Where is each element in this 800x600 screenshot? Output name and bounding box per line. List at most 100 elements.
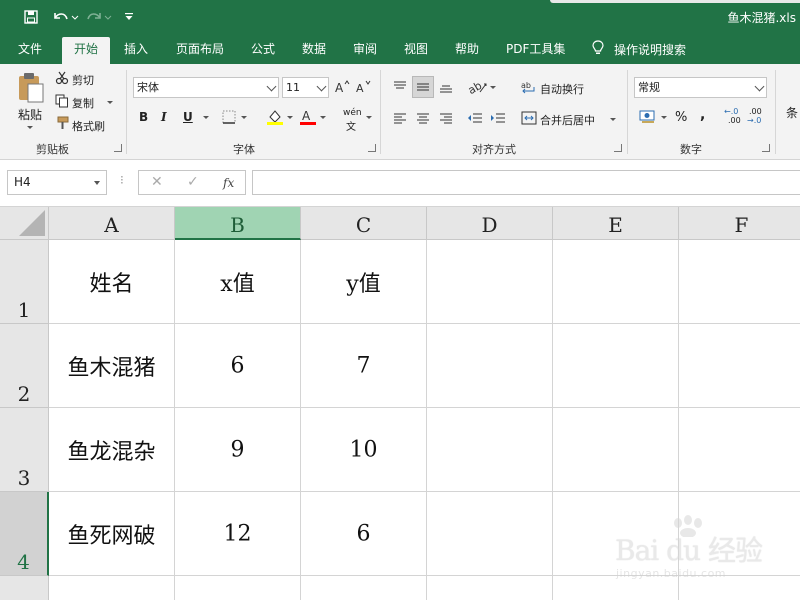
- font-launcher-icon[interactable]: [368, 144, 376, 152]
- bold-button[interactable]: B: [139, 110, 148, 124]
- percent-style-button[interactable]: %: [675, 110, 687, 125]
- middle-align-icon[interactable]: [416, 80, 430, 97]
- cell-d2[interactable]: [427, 324, 553, 408]
- column-header-b[interactable]: B: [175, 207, 301, 240]
- comma-style-button[interactable]: ,: [700, 107, 705, 123]
- cell-f3[interactable]: [679, 408, 800, 492]
- cell-e3[interactable]: [553, 408, 679, 492]
- font-color-dropdown-icon[interactable]: [320, 116, 326, 119]
- fill-color-dropdown-icon[interactable]: [287, 116, 293, 119]
- column-header-c[interactable]: C: [301, 207, 427, 240]
- cancel-icon[interactable]: ✕: [151, 174, 163, 190]
- tab-review[interactable]: 审阅: [353, 34, 377, 64]
- customize-quick-access-icon[interactable]: [122, 8, 136, 26]
- phonetic-guide-button[interactable]: wén: [343, 108, 362, 118]
- save-icon[interactable]: [22, 8, 40, 26]
- cell-d1[interactable]: [427, 240, 553, 324]
- cell-f2[interactable]: [679, 324, 800, 408]
- alignment-launcher-icon[interactable]: [614, 144, 622, 152]
- align-center-icon[interactable]: [416, 111, 430, 128]
- merge-center-button[interactable]: 合并后居中: [540, 112, 595, 128]
- tab-page-layout[interactable]: 页面布局: [176, 34, 224, 64]
- tell-me-search[interactable]: 操作说明搜索: [592, 34, 686, 64]
- orientation-dropdown-icon[interactable]: [490, 86, 496, 89]
- row-header-1[interactable]: 1: [0, 240, 49, 324]
- row-header-2[interactable]: 2: [0, 324, 49, 408]
- accounting-dropdown-icon[interactable]: [661, 116, 667, 119]
- align-right-icon[interactable]: [439, 111, 453, 128]
- cell-d3[interactable]: [427, 408, 553, 492]
- resize-handle-icon[interactable]: ⁝: [120, 173, 124, 187]
- conditional-format-button-cut[interactable]: 条: [786, 104, 798, 121]
- column-header-e[interactable]: E: [553, 207, 679, 240]
- tab-help[interactable]: 帮助: [455, 34, 479, 64]
- row-header-5[interactable]: [0, 576, 49, 600]
- cell-d5[interactable]: [427, 576, 553, 600]
- increase-decimal-button-top[interactable]: ←.0: [724, 107, 738, 116]
- cell-c3[interactable]: 10: [301, 408, 427, 492]
- cell-a5[interactable]: [49, 576, 175, 600]
- cell-a3[interactable]: 鱼龙混杂: [49, 408, 175, 492]
- decrease-indent-icon[interactable]: [467, 111, 483, 128]
- cell-a2[interactable]: 鱼木混猪: [49, 324, 175, 408]
- align-left-icon[interactable]: [393, 111, 407, 128]
- cell-b4[interactable]: 12: [175, 492, 301, 576]
- font-color-icon[interactable]: A: [299, 108, 317, 129]
- copy-dropdown-icon[interactable]: [107, 101, 113, 104]
- formula-input[interactable]: [252, 170, 800, 195]
- column-header-a[interactable]: A: [49, 207, 175, 240]
- bottom-align-icon[interactable]: [439, 80, 453, 97]
- paste-icon[interactable]: [16, 72, 46, 107]
- tab-pdf-tools[interactable]: PDF工具集: [506, 34, 565, 64]
- wrap-text-button[interactable]: 自动换行: [540, 81, 584, 97]
- top-align-icon[interactable]: [393, 80, 407, 97]
- tab-view[interactable]: 视图: [404, 34, 428, 64]
- decrease-decimal-button-top[interactable]: .00: [749, 107, 762, 116]
- paste-dropdown-icon[interactable]: [27, 126, 33, 129]
- number-format-select[interactable]: 常规: [634, 77, 767, 98]
- paste-button[interactable]: 粘贴: [18, 106, 42, 123]
- column-header-d[interactable]: D: [427, 207, 553, 240]
- underline-button[interactable]: U: [183, 110, 193, 124]
- row-header-3[interactable]: 3: [0, 408, 49, 492]
- borders-dropdown-icon[interactable]: [241, 116, 247, 119]
- cell-e1[interactable]: [553, 240, 679, 324]
- decrease-decimal-button-bottom[interactable]: →.0: [747, 116, 761, 125]
- font-size-select[interactable]: 11: [282, 77, 329, 98]
- insert-function-icon[interactable]: fx: [223, 176, 234, 190]
- accounting-format-icon[interactable]: [639, 109, 657, 128]
- phonetic-dropdown-icon[interactable]: [366, 116, 372, 119]
- number-launcher-icon[interactable]: [762, 144, 770, 152]
- cell-d4[interactable]: [427, 492, 553, 576]
- format-painter-button[interactable]: 格式刷: [72, 118, 105, 134]
- copy-button[interactable]: 复制: [72, 95, 94, 111]
- fill-color-icon[interactable]: [266, 108, 284, 129]
- cell-b2[interactable]: 6: [175, 324, 301, 408]
- redo-icon[interactable]: [86, 8, 114, 26]
- column-header-f[interactable]: F: [679, 207, 800, 240]
- cell-b1[interactable]: x值: [175, 240, 301, 324]
- font-name-select[interactable]: 宋体: [133, 77, 279, 98]
- cell-c2[interactable]: 7: [301, 324, 427, 408]
- increase-decimal-button-bottom[interactable]: .00: [728, 116, 741, 125]
- increase-indent-icon[interactable]: [490, 111, 506, 128]
- tab-data[interactable]: 数据: [302, 34, 326, 64]
- cell-e2[interactable]: [553, 324, 679, 408]
- orientation-icon[interactable]: ab: [466, 78, 490, 99]
- borders-icon[interactable]: [222, 110, 236, 127]
- name-box[interactable]: H4: [7, 170, 107, 195]
- increase-font-size-icon[interactable]: A: [335, 80, 351, 97]
- tab-formulas[interactable]: 公式: [251, 34, 275, 64]
- cell-b5[interactable]: [175, 576, 301, 600]
- decrease-font-size-icon[interactable]: A: [356, 80, 372, 97]
- cell-a1[interactable]: 姓名: [49, 240, 175, 324]
- tab-insert[interactable]: 插入: [124, 34, 148, 64]
- select-all-button[interactable]: [0, 207, 49, 240]
- underline-dropdown-icon[interactable]: [203, 116, 209, 119]
- cell-c4[interactable]: 6: [301, 492, 427, 576]
- clipboard-launcher-icon[interactable]: [114, 144, 122, 152]
- tab-file[interactable]: 文件: [18, 34, 42, 64]
- cell-f1[interactable]: [679, 240, 800, 324]
- merge-dropdown-icon[interactable]: [610, 118, 616, 121]
- cell-b3[interactable]: 9: [175, 408, 301, 492]
